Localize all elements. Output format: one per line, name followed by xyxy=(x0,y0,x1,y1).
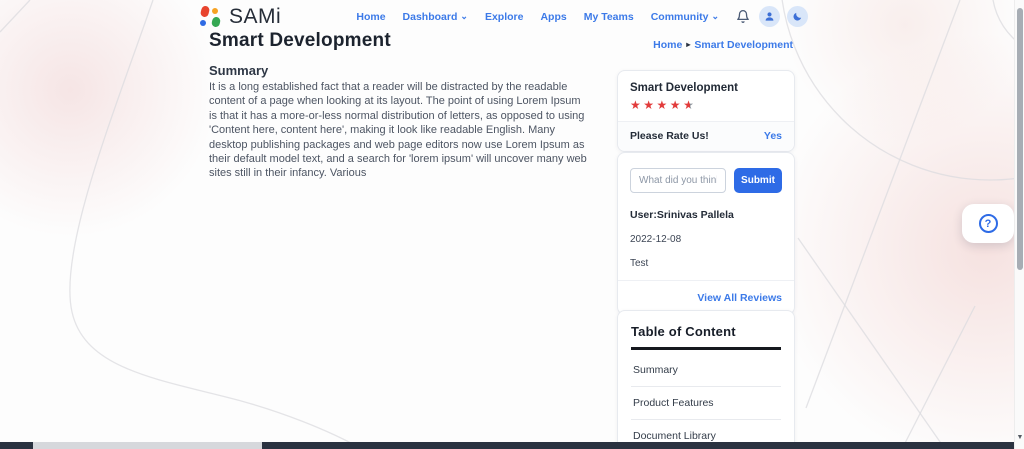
toc-item-summary[interactable]: Summary xyxy=(631,354,781,387)
review-card-footer: View All Reviews xyxy=(618,280,794,314)
toc-underline xyxy=(631,347,781,350)
app-root: SAMi Home Dashboard ⌄ Explore Apps My Tea… xyxy=(0,0,1024,449)
profile-button[interactable] xyxy=(759,6,780,27)
nav-item-community[interactable]: Community ⌄ xyxy=(651,11,719,23)
review-comment: Test xyxy=(630,258,649,269)
rating-card-title: Smart Development xyxy=(630,82,739,94)
scrollbar-thumb[interactable] xyxy=(1017,8,1023,270)
review-form: Submit xyxy=(618,153,794,193)
chevron-down-icon: ⌄ xyxy=(460,11,468,21)
summary-paragraph: It is a long established fact that a rea… xyxy=(209,81,587,180)
bell-icon xyxy=(737,10,749,23)
moon-icon xyxy=(793,12,802,21)
brand-name: SAMi xyxy=(229,4,282,28)
rate-us-label: Please Rate Us! xyxy=(630,130,709,142)
star-rating[interactable]: ★★★★★ xyxy=(618,94,794,121)
star-half-icon: ★ xyxy=(683,98,697,112)
chevron-down-icon: ⌄ xyxy=(711,11,719,21)
help-icon: ? xyxy=(978,214,998,233)
review-card: Submit User:Srinivas Pallela 2022-12-08 … xyxy=(617,152,795,315)
review-date: 2022-12-08 xyxy=(630,234,682,245)
footer-bar xyxy=(0,442,1014,449)
brand-logo[interactable]: SAMi xyxy=(199,4,282,29)
toc-title: Table of Content xyxy=(631,324,736,339)
table-of-content-card: Table of Content Summary Product Feature… xyxy=(617,310,795,449)
nav-item-apps[interactable]: Apps xyxy=(540,11,566,23)
footer-bar-segment xyxy=(33,442,262,449)
header-icons xyxy=(734,6,808,27)
user-icon xyxy=(765,12,774,21)
notifications-button[interactable] xyxy=(734,8,752,26)
scrollbar-down-arrow[interactable]: ▼ xyxy=(1015,434,1024,441)
submit-button[interactable]: Submit xyxy=(734,168,782,193)
brand-logo-icon xyxy=(199,5,222,28)
nav-item-my-teams[interactable]: My Teams xyxy=(584,11,634,23)
star-icon: ★ xyxy=(630,98,644,112)
review-input[interactable] xyxy=(630,168,726,193)
review-user: User:Srinivas Pallela xyxy=(630,209,734,221)
breadcrumb-separator-icon: ▸ xyxy=(686,40,691,49)
page-title: Smart Development xyxy=(209,30,391,51)
toc-list: Summary Product Features Document Librar… xyxy=(618,354,794,449)
theme-toggle-button[interactable] xyxy=(787,6,808,27)
rating-card: Smart Development ★★★★★ Please Rate Us! … xyxy=(617,70,795,152)
main-nav: Home Dashboard ⌄ Explore Apps My Teams Co… xyxy=(356,11,719,23)
background-decoration xyxy=(0,0,1024,449)
star-icon: ★ xyxy=(643,98,657,112)
top-navbar: SAMi Home Dashboard ⌄ Explore Apps My Tea… xyxy=(199,0,808,33)
toc-item-product-features[interactable]: Product Features xyxy=(631,387,781,420)
breadcrumb-home-link[interactable]: Home xyxy=(653,39,682,51)
view-all-reviews-link[interactable]: View All Reviews xyxy=(697,292,782,304)
star-icon: ★ xyxy=(656,98,670,112)
nav-item-explore[interactable]: Explore xyxy=(485,11,524,23)
rate-us-row: Please Rate Us! Yes xyxy=(618,121,794,151)
help-button[interactable]: ? xyxy=(962,204,1014,243)
breadcrumb: Home ▸ Smart Development xyxy=(590,39,793,51)
nav-item-dashboard[interactable]: Dashboard ⌄ xyxy=(403,11,468,23)
summary-section-title: Summary xyxy=(209,63,269,78)
nav-item-home[interactable]: Home xyxy=(356,11,385,23)
vertical-scrollbar[interactable]: ▼ xyxy=(1014,0,1024,449)
breadcrumb-current: Smart Development xyxy=(694,39,793,51)
star-icon: ★ xyxy=(669,98,684,112)
rate-yes-link[interactable]: Yes xyxy=(764,130,782,142)
